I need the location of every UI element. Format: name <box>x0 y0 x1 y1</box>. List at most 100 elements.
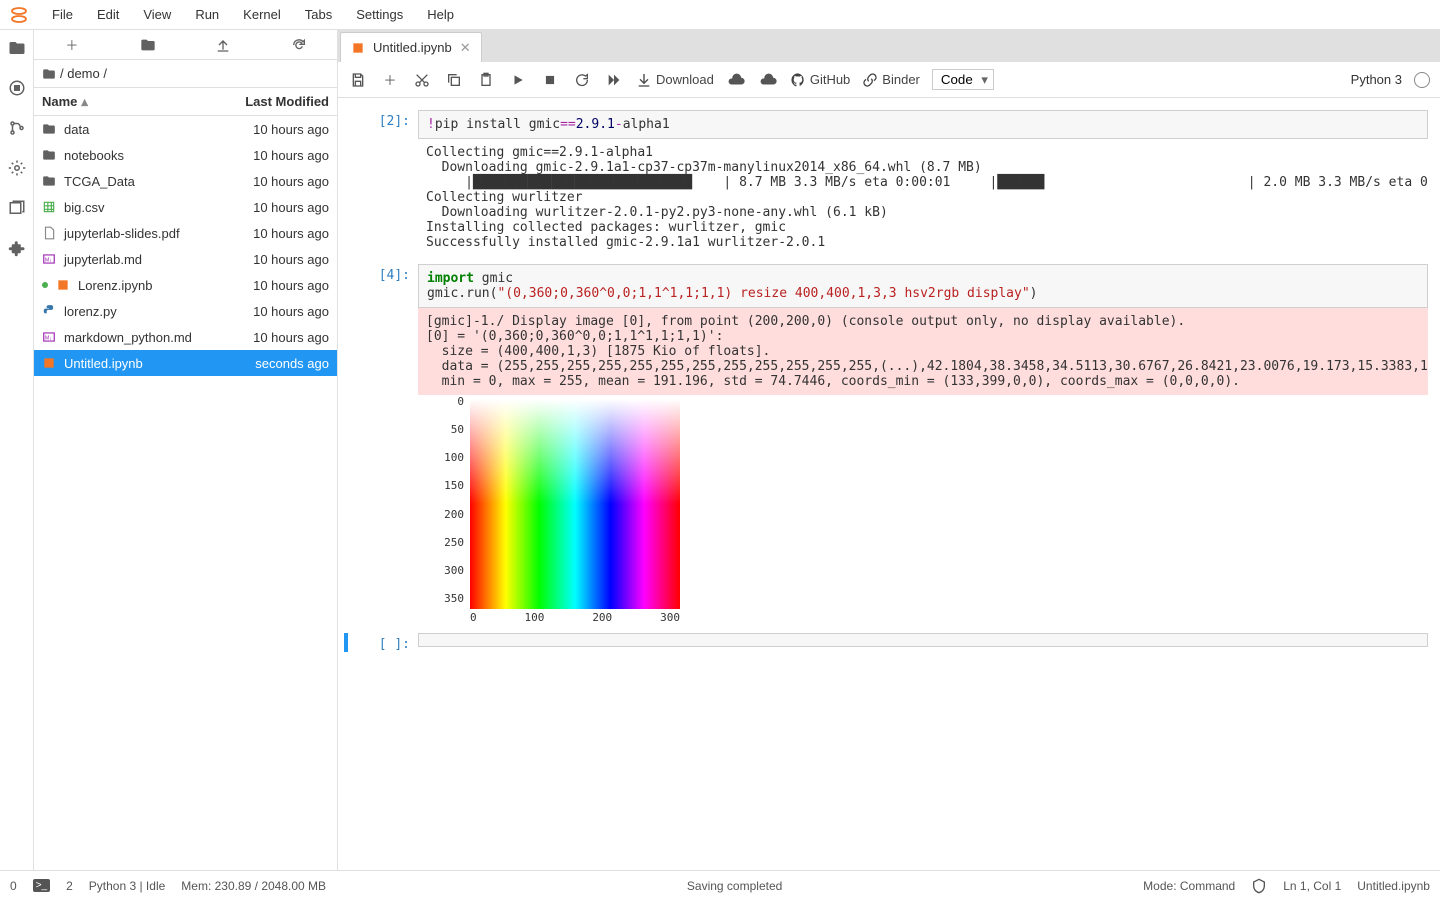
notebook-cell[interactable]: [2]:!pip install gmic==2.9.1-alpha1Colle… <box>348 110 1428 256</box>
stop-button[interactable] <box>540 70 560 90</box>
close-icon[interactable]: ✕ <box>460 40 471 56</box>
tabs-count[interactable]: 2 <box>66 879 73 893</box>
cell-stdout: Collecting gmic==2.9.1-alpha1 Downloadin… <box>418 139 1428 256</box>
paste-button[interactable] <box>476 70 496 90</box>
restart-run-all-button[interactable] <box>604 70 624 90</box>
menu-run[interactable]: Run <box>185 3 229 26</box>
file-row[interactable]: M↓ markdown_python.md 10 hours ago <box>34 324 337 350</box>
file-modified: 10 hours ago <box>253 304 329 319</box>
kernel-status-icon[interactable] <box>1414 72 1430 88</box>
git-icon[interactable] <box>7 118 27 138</box>
cell-prompt: [2]: <box>348 110 418 256</box>
cloud-download-icon[interactable] <box>726 70 746 90</box>
folder-icon <box>42 122 58 136</box>
cut-button[interactable] <box>412 70 432 90</box>
py-icon <box>42 304 58 318</box>
file-row[interactable]: data 10 hours ago <box>34 116 337 142</box>
notebook-body[interactable]: [2]:!pip install gmic==2.9.1-alpha1Colle… <box>338 98 1440 870</box>
editor-area: Untitled.ipynb ✕ ＋ Download GitHub Binde… <box>338 30 1440 870</box>
top-menu: File Edit View Run Kernel Tabs Settings … <box>0 0 1440 30</box>
breadcrumb[interactable]: / demo / <box>34 60 337 88</box>
cell-prompt: [ ]: <box>348 633 418 652</box>
restart-button[interactable] <box>572 70 592 90</box>
cloud-upload-icon[interactable] <box>758 70 778 90</box>
notebook-cell[interactable]: [4]:import gmic gmic.run("(0,360;0,360^0… <box>348 264 1428 625</box>
current-file[interactable]: Untitled.ipynb <box>1357 879 1430 893</box>
celltype-select[interactable]: Code ▾ <box>932 69 994 90</box>
extension-icon[interactable] <box>7 238 27 258</box>
memory-usage: Mem: 230.89 / 2048.00 MB <box>181 879 326 893</box>
menu-file[interactable]: File <box>42 3 83 26</box>
folder-icon[interactable] <box>7 38 27 58</box>
menu-view[interactable]: View <box>133 3 181 26</box>
copy-button[interactable] <box>444 70 464 90</box>
kernel-status[interactable]: Python 3 | Idle <box>89 879 166 893</box>
file-row[interactable]: lorenz.py10 hours ago <box>34 298 337 324</box>
file-modified: 10 hours ago <box>253 200 329 215</box>
file-list: data10 hours agonotebooks10 hours agoTCG… <box>34 116 337 870</box>
menu-kernel[interactable]: Kernel <box>233 3 291 26</box>
terminal-icon[interactable]: >_ <box>33 879 50 892</box>
filebrowser-header[interactable]: Name▴ Last Modified <box>34 88 337 116</box>
tabs-icon[interactable] <box>7 198 27 218</box>
file-name: big.csv <box>64 200 104 215</box>
menu-tabs[interactable]: Tabs <box>295 3 342 26</box>
file-row[interactable]: TCGA_Data 10 hours ago <box>34 168 337 194</box>
trust-icon[interactable] <box>1251 878 1267 894</box>
md-icon: M↓ <box>42 252 58 266</box>
add-cell-button[interactable]: ＋ <box>380 70 400 90</box>
new-launcher-button[interactable]: ＋ <box>60 33 84 57</box>
menu-edit[interactable]: Edit <box>87 3 129 26</box>
github-button[interactable]: GitHub <box>790 72 850 88</box>
file-name: Untitled.ipynb <box>64 356 143 371</box>
folder-icon <box>42 148 58 162</box>
editor-mode[interactable]: Mode: Command <box>1143 879 1235 893</box>
file-name: TCGA_Data <box>64 174 135 189</box>
file-row[interactable]: Lorenz.ipynb10 hours ago <box>34 272 337 298</box>
file-name: data <box>64 122 89 137</box>
file-modified: 10 hours ago <box>253 330 329 345</box>
col-name: Name <box>42 94 77 109</box>
nb-icon <box>42 356 58 370</box>
file-row[interactable]: M↓jupyterlab.md10 hours ago <box>34 246 337 272</box>
code-input[interactable] <box>418 633 1428 647</box>
output-image: 0501001502002503003500100200300 <box>426 395 686 625</box>
terminals-count[interactable]: 0 <box>10 879 17 893</box>
new-folder-button[interactable] <box>136 33 160 57</box>
file-name: markdown_python.md <box>64 330 192 345</box>
nb-icon <box>56 278 72 292</box>
notebook-cell[interactable]: [ ]: <box>344 633 1428 652</box>
tab-untitled[interactable]: Untitled.ipynb ✕ <box>340 32 482 62</box>
commands-icon[interactable] <box>7 158 27 178</box>
refresh-button[interactable] <box>287 33 311 57</box>
menu-help[interactable]: Help <box>417 3 464 26</box>
file-modified: seconds ago <box>255 356 329 371</box>
jupyter-logo <box>8 4 30 26</box>
activity-bar <box>0 30 34 870</box>
file-row[interactable]: jupyterlab-slides.pdf10 hours ago <box>34 220 337 246</box>
cursor-position[interactable]: Ln 1, Col 1 <box>1283 879 1341 893</box>
code-input[interactable]: !pip install gmic==2.9.1-alpha1 <box>418 110 1428 139</box>
save-button[interactable] <box>348 70 368 90</box>
sort-asc-icon: ▴ <box>81 94 88 109</box>
file-modified: 10 hours ago <box>253 122 329 137</box>
folder-icon <box>42 174 58 188</box>
menu-settings[interactable]: Settings <box>346 3 413 26</box>
download-button[interactable]: Download <box>636 72 714 88</box>
upload-button[interactable] <box>211 33 235 57</box>
binder-button[interactable]: Binder <box>862 72 920 88</box>
cell-prompt: [4]: <box>348 264 418 625</box>
code-input[interactable]: import gmic gmic.run("(0,360;0,360^0,0;1… <box>418 264 1428 308</box>
svg-text:M↓: M↓ <box>45 335 52 341</box>
file-row[interactable]: Untitled.ipynb seconds ago <box>34 350 337 376</box>
kernel-name[interactable]: Python 3 <box>1351 72 1402 87</box>
file-modified: 10 hours ago <box>253 174 329 189</box>
file-name: jupyterlab.md <box>64 252 142 267</box>
tab-title: Untitled.ipynb <box>373 40 452 55</box>
run-button[interactable] <box>508 70 528 90</box>
running-icon[interactable] <box>7 78 27 98</box>
file-row[interactable]: big.csv 10 hours ago <box>34 194 337 220</box>
file-row[interactable]: notebooks10 hours ago <box>34 142 337 168</box>
md-icon: M↓ <box>42 330 58 344</box>
filebrowser-toolbar: ＋ <box>34 30 337 60</box>
